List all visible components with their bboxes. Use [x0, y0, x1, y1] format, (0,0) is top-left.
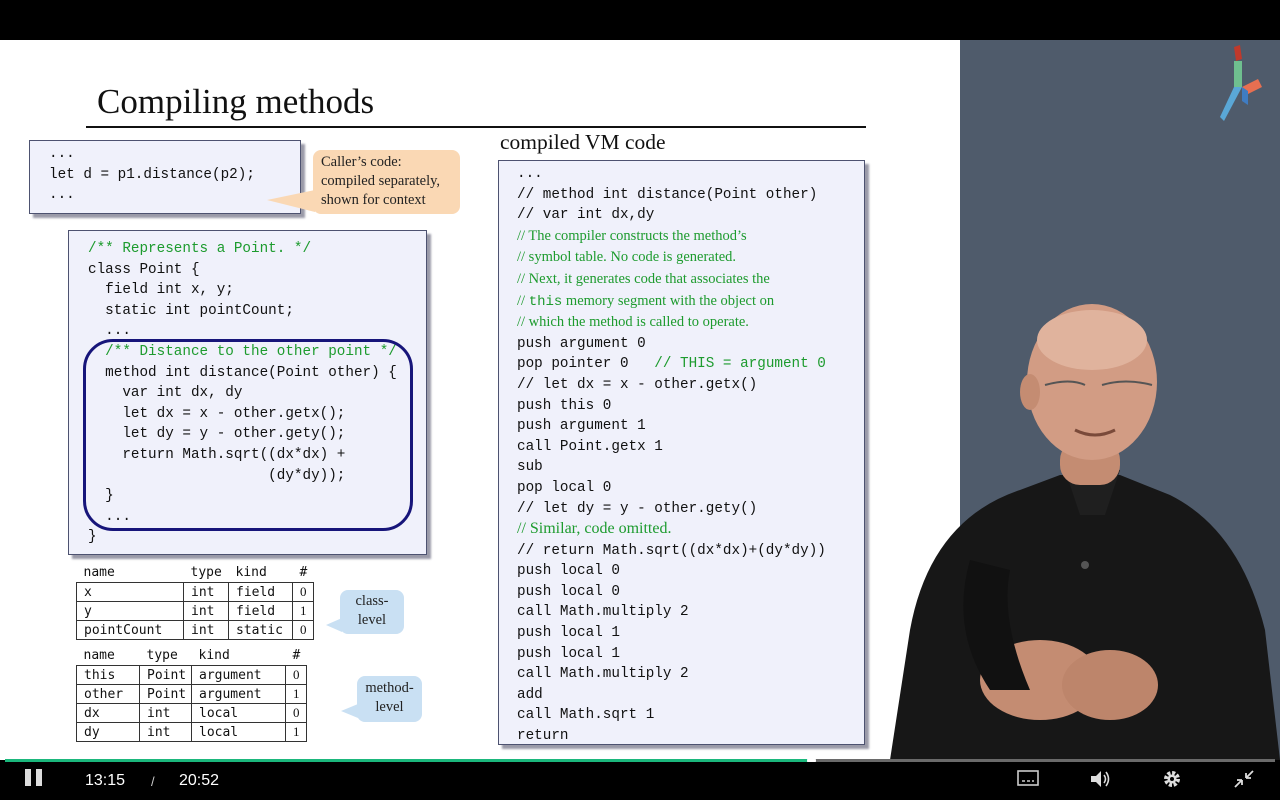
table-cell: 1 — [292, 601, 314, 621]
table-cell: 1 — [285, 722, 307, 742]
table-row: y int field 1 — [76, 601, 314, 621]
table-cell: Point — [139, 684, 192, 704]
vm-comment: // this memory segment with the object o… — [517, 292, 775, 310]
table-cell: int — [183, 601, 229, 621]
class-level-callout-text: class- level — [355, 593, 389, 628]
vm-comment: // The compiler constructs the method’s … — [517, 227, 770, 287]
table-row: pointCount int static 0 — [76, 620, 314, 640]
table-cell: argument — [191, 665, 286, 685]
nand2tetris-logo-icon — [1220, 45, 1262, 121]
table-header-row: name type kind # — [77, 646, 307, 666]
table-cell: int — [139, 722, 192, 742]
title-divider — [86, 126, 866, 128]
vm-inline-comment: // THIS = argument 0 — [654, 356, 826, 373]
table-cell: dx — [76, 703, 140, 723]
presenter-video — [890, 304, 1280, 760]
vm-code-header: ... // method int distance(Point other) … — [517, 166, 818, 224]
pause-button[interactable] — [24, 769, 46, 787]
class-symbol-table: name type kind # x int field 0 y int fie… — [76, 563, 314, 640]
table-cell: field — [228, 601, 293, 621]
duration: 20:52 — [179, 772, 220, 789]
vm-code-line: push argument 0 — [517, 335, 646, 352]
table-cell: 1 — [285, 684, 307, 704]
method-callout-pointer — [341, 704, 358, 718]
table-cell: local — [191, 703, 286, 723]
settings-button[interactable] — [1160, 768, 1184, 790]
table-cell: dy — [76, 722, 140, 742]
vm-code-box: ... // method int distance(Point other) … — [498, 160, 865, 745]
video-player[interactable]: Compiling methods ... let d = p1.distanc… — [0, 0, 1280, 800]
pause-icon — [36, 769, 42, 786]
captions-button[interactable] — [1016, 768, 1040, 790]
caller-callout-pointer — [267, 190, 315, 212]
column-header: name — [83, 565, 115, 580]
table-cell: int — [139, 703, 192, 723]
column-header: type — [190, 565, 222, 580]
class-doc-comment: /** Represents a Point. */ — [88, 241, 312, 257]
method-level-callout-text: method- level — [365, 680, 414, 715]
player-controls: 13:15 / 20:52 — [0, 762, 1280, 800]
table-row: x int field 0 — [76, 582, 314, 602]
column-header: # — [292, 648, 301, 663]
table-cell: pointCount — [76, 620, 184, 640]
table-cell: argument — [191, 684, 286, 704]
vm-comment-suffix: memory segment with the object on — [562, 292, 775, 309]
table-cell: local — [191, 722, 286, 742]
table-row: other Point argument 1 — [76, 684, 307, 704]
table-cell: int — [183, 582, 229, 602]
table-cell: Point — [139, 665, 192, 685]
table-cell: static — [228, 620, 293, 640]
time-separator: / — [151, 774, 155, 789]
class-level-callout: class- level — [340, 590, 404, 634]
table-cell: y — [76, 601, 184, 621]
column-header: kind — [235, 565, 267, 580]
column-header: name — [83, 648, 115, 663]
table-cell: x — [76, 582, 184, 602]
slide-title: Compiling methods — [97, 82, 375, 121]
current-time: 13:15 — [85, 772, 126, 789]
table-cell: 0 — [292, 620, 314, 640]
method-symbol-table: name type kind # this Point argument 0 o… — [76, 646, 307, 742]
table-header-row: name type kind # — [77, 563, 314, 583]
vm-comment-keyword: this — [528, 293, 563, 310]
table-row: dy int local 1 — [76, 722, 307, 742]
table-cell: 0 — [285, 703, 307, 723]
exit-fullscreen-button[interactable] — [1232, 768, 1256, 790]
table-cell: this — [76, 665, 140, 685]
column-header: # — [299, 565, 308, 580]
volume-button[interactable] — [1088, 768, 1112, 790]
lecture-slide: Compiling methods ... let d = p1.distanc… — [0, 40, 960, 760]
method-highlight-oval — [83, 339, 413, 531]
caller-code-box: ... let d = p1.distance(p2); ... — [29, 140, 301, 214]
table-cell: 0 — [285, 665, 307, 685]
vm-code-line: pop pointer 0 — [517, 356, 655, 373]
vm-code-block: // let dx = x - other.getx() push this 0… — [517, 376, 758, 517]
method-level-callout: method- level — [357, 676, 422, 722]
captions-icon — [1017, 770, 1039, 786]
vm-comment: // which the method is called to operate… — [517, 314, 749, 331]
table-cell: int — [183, 620, 229, 640]
vm-code-title: compiled VM code — [500, 130, 666, 154]
table-row: this Point argument 0 — [76, 665, 307, 685]
vm-code-block: // return Math.sqrt((dx*dx)+(dy*dy)) pus… — [517, 542, 826, 745]
column-header: kind — [198, 648, 230, 663]
vm-comment-prefix: // — [517, 292, 529, 309]
table-cell: other — [76, 684, 140, 704]
volume-icon — [1091, 771, 1110, 787]
caller-callout: Caller’s code: compiled separately, show… — [313, 150, 460, 214]
exit-fullscreen-icon — [1234, 770, 1254, 788]
table-row: dx int local 0 — [76, 703, 307, 723]
table-cell: 0 — [292, 582, 314, 602]
table-cell: field — [228, 582, 293, 602]
vm-code: ... // method int distance(Point other) … — [517, 164, 826, 747]
column-header: type — [146, 648, 178, 663]
caller-code: ... let d = p1.distance(p2); ... — [49, 146, 255, 204]
pause-icon — [25, 769, 31, 786]
caller-callout-text: Caller’s code: compiled separately, show… — [321, 154, 441, 208]
gear-icon — [1164, 771, 1180, 787]
vm-comment: // Similar, code omitted. — [517, 520, 672, 538]
class-header-code: class Point { field int x, y; static int… — [88, 261, 294, 340]
